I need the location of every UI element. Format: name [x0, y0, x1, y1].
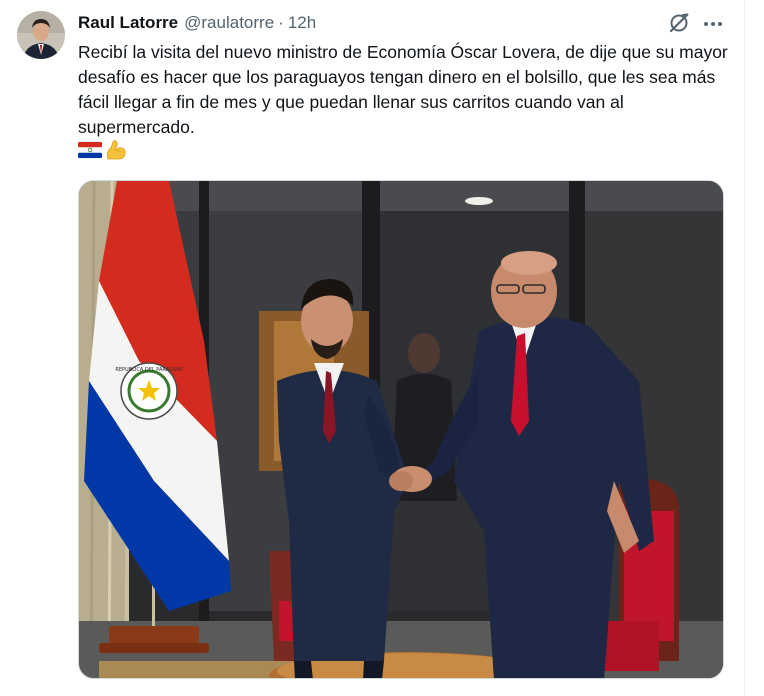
tweet-article[interactable]: Raul Latorre @raulatorre · 12h Recibí la… — [0, 0, 764, 696]
timestamp[interactable]: 12h — [288, 13, 316, 33]
author-name[interactable]: Raul Latorre — [78, 13, 178, 33]
paraguay-flag-icon — [77, 141, 103, 164]
tweet-photo[interactable]: REPUBLICA DEL PARAGUAY — [78, 180, 724, 679]
emoji-row — [77, 139, 128, 166]
author-handle[interactable]: @raulatorre — [184, 13, 274, 33]
separator-dot: · — [278, 13, 284, 32]
tweet-text: Recibí la visita del nuevo ministro de E… — [78, 42, 733, 137]
flag-seal-text: REPUBLICA DEL PARAGUAY — [115, 367, 183, 373]
avatar[interactable] — [17, 11, 65, 59]
column-divider — [744, 0, 745, 696]
photo-scene: REPUBLICA DEL PARAGUAY — [79, 181, 723, 678]
more-options-icon[interactable] — [703, 14, 723, 34]
flexed-biceps-icon — [104, 139, 128, 166]
grok-icon[interactable] — [668, 12, 690, 34]
tweet-header: Raul Latorre @raulatorre · 12h — [78, 13, 316, 33]
